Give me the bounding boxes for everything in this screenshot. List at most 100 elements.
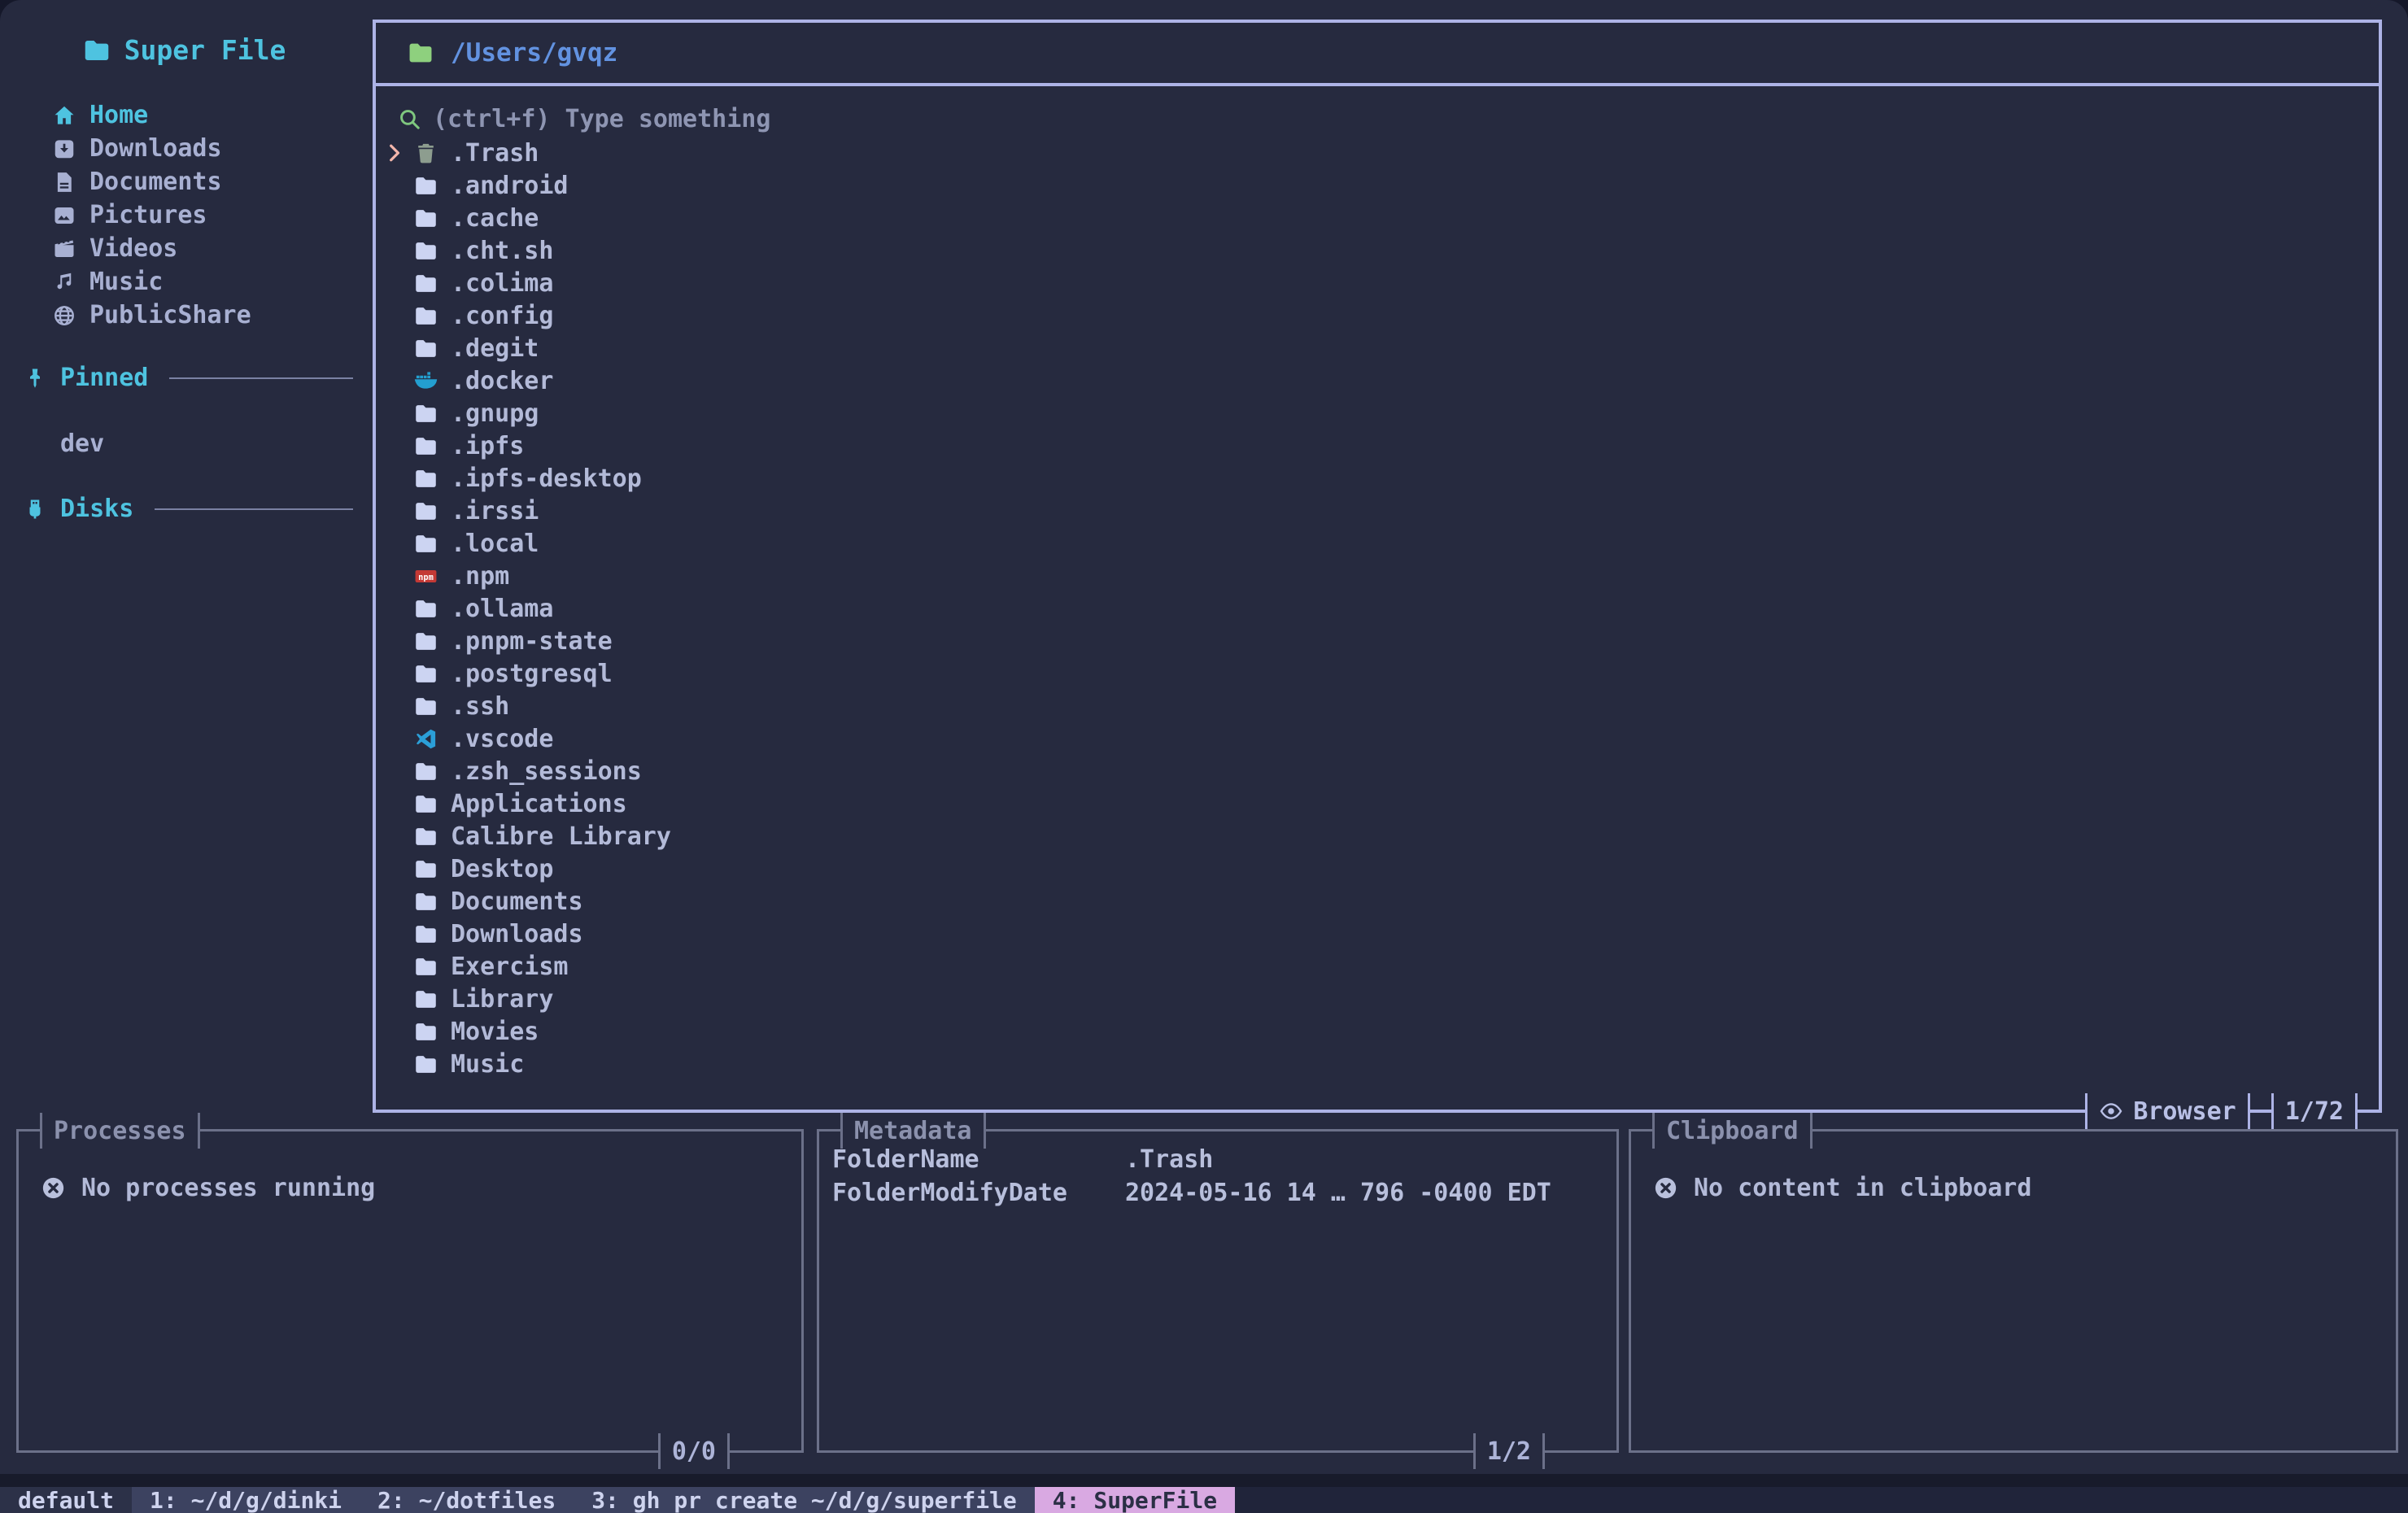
clipboard-title-label: Clipboard xyxy=(1655,1113,1810,1149)
processes-panel: Processes No processes running 0/0 xyxy=(16,1129,804,1453)
sidebar-item-music[interactable]: Music xyxy=(52,265,368,299)
file-row[interactable]: .local xyxy=(376,527,2379,560)
file-name: .ipfs-desktop xyxy=(451,464,642,493)
file-row[interactable]: Calibre Library xyxy=(376,820,2379,852)
sidebar-item-label: Downloads xyxy=(89,134,222,163)
file-row[interactable]: Applications xyxy=(376,787,2379,820)
file-row[interactable]: .degit xyxy=(376,332,2379,364)
border-tick xyxy=(984,1113,986,1149)
sidebar-item-publicshare[interactable]: PublicShare xyxy=(52,299,368,332)
folder-icon xyxy=(413,238,438,264)
file-row[interactable]: .Trash xyxy=(376,137,2379,169)
file-name: .config xyxy=(451,302,553,330)
sidebar-item-label: Pictures xyxy=(89,201,207,229)
file-name: Movies xyxy=(451,1018,539,1046)
file-row[interactable]: .ipfs xyxy=(376,429,2379,462)
processes-panel-title: Processes xyxy=(40,1113,200,1149)
folder-open-icon xyxy=(407,39,434,67)
file-row[interactable]: Library xyxy=(376,983,2379,1015)
tmux-status-bar: default 1: ~/d/g/dinki2: ~/dotfiles3: gh… xyxy=(0,1487,2408,1513)
border-tick xyxy=(1810,1113,1813,1149)
file-name: .postgresql xyxy=(451,660,613,688)
pinned-item-dev[interactable]: dev xyxy=(60,427,368,460)
file-row[interactable]: Music xyxy=(376,1048,2379,1080)
file-row[interactable]: Documents xyxy=(376,885,2379,918)
file-name: .degit xyxy=(451,334,539,363)
terminal-window: Super File Home Downloads Documents Pict… xyxy=(0,0,2408,1513)
docker-icon xyxy=(413,368,438,394)
file-list: .Trash .android .cache xyxy=(376,137,2379,1080)
folder-icon xyxy=(413,629,438,654)
folder-icon xyxy=(413,759,438,784)
file-name: Desktop xyxy=(451,855,553,883)
file-row[interactable]: Downloads xyxy=(376,918,2379,950)
globe-icon xyxy=(52,303,76,328)
pinned-header-label: Pinned xyxy=(60,364,148,392)
window-bottom-strip xyxy=(0,1474,2408,1487)
file-row[interactable]: Movies xyxy=(376,1015,2379,1048)
file-row[interactable]: Exercism xyxy=(376,950,2379,983)
file-row[interactable]: .android xyxy=(376,169,2379,202)
sidebar-item-home[interactable]: Home xyxy=(52,98,368,132)
clipboard-empty-message: No content in clipboard xyxy=(1694,1174,2031,1202)
file-row[interactable]: .cht.sh xyxy=(376,234,2379,267)
sidebar-item-videos[interactable]: Videos xyxy=(52,232,368,265)
file-row[interactable]: .cache xyxy=(376,202,2379,234)
file-position-counter: 1/72 xyxy=(2274,1093,2355,1129)
circle-x-icon xyxy=(40,1175,67,1201)
file-row[interactable]: .config xyxy=(376,299,2379,332)
sidebar-nav: Home Downloads Documents Pictures Videos… xyxy=(0,98,368,332)
video-icon xyxy=(52,237,76,261)
tmux-window[interactable]: 1: ~/d/g/dinki xyxy=(132,1487,360,1513)
file-row[interactable]: .ollama xyxy=(376,592,2379,625)
processes-counter: 0/0 xyxy=(658,1433,730,1469)
sidebar-item-documents[interactable]: Documents xyxy=(52,165,368,198)
sidebar-item-pictures[interactable]: Pictures xyxy=(52,198,368,232)
file-name: .docker xyxy=(451,367,553,395)
file-row[interactable]: .ssh xyxy=(376,690,2379,722)
metadata-counter-label: 1/2 xyxy=(1476,1433,1542,1469)
folder-icon xyxy=(413,1019,438,1044)
npm-icon xyxy=(413,564,438,589)
tmux-window[interactable]: 2: ~/dotfiles xyxy=(360,1487,574,1513)
file-row[interactable]: .ipfs-desktop xyxy=(376,462,2379,495)
file-name: .ssh xyxy=(451,692,509,721)
folder-icon xyxy=(413,791,438,817)
sidebar: Super File Home Downloads Documents Pict… xyxy=(0,0,368,525)
sidebar-item-downloads[interactable]: Downloads xyxy=(52,132,368,165)
file-row[interactable]: .docker xyxy=(376,364,2379,397)
search-bar[interactable]: (ctrl+f) Type something xyxy=(397,102,2379,135)
tmux-window[interactable]: 4: SuperFile xyxy=(1035,1487,1235,1513)
disks-header-label: Disks xyxy=(60,495,133,523)
processes-empty-state: No processes running xyxy=(40,1174,801,1202)
file-row[interactable]: .irssi xyxy=(376,495,2379,527)
chevron-right-icon xyxy=(383,142,406,164)
clipboard-panel: Clipboard No content in clipboard xyxy=(1629,1129,2398,1453)
metadata-panel-title: Metadata xyxy=(840,1113,986,1149)
file-row[interactable]: .pnpm-state xyxy=(376,625,2379,657)
metadata-value: 2024-05-16 14 … 796 -0400 EDT xyxy=(1125,1179,1551,1207)
file-row[interactable]: .colima xyxy=(376,267,2379,299)
clipboard-empty-state: No content in clipboard xyxy=(1652,1174,2396,1202)
file-row[interactable]: .zsh_sessions xyxy=(376,755,2379,787)
file-row[interactable]: .npm xyxy=(376,560,2379,592)
file-row[interactable]: .postgresql xyxy=(376,657,2379,690)
search-placeholder: (ctrl+f) Type something xyxy=(433,105,770,133)
tmux-window[interactable]: 3: gh pr create ~/d/g/superfile xyxy=(574,1487,1035,1513)
pinned-items: dev xyxy=(0,427,368,460)
folder-icon xyxy=(413,401,438,426)
border-tick xyxy=(727,1433,730,1469)
file-name: .local xyxy=(451,530,539,558)
file-name: .cache xyxy=(451,204,539,233)
file-row[interactable]: .vscode xyxy=(376,722,2379,755)
file-name: .android xyxy=(451,172,569,200)
sidebar-item-label: Music xyxy=(89,268,163,296)
file-name: .gnupg xyxy=(451,399,539,428)
folder-icon xyxy=(413,336,438,361)
file-row[interactable]: .gnupg xyxy=(376,397,2379,429)
processes-title-label: Processes xyxy=(42,1113,198,1149)
file-row[interactable]: Desktop xyxy=(376,852,2379,885)
current-path: /Users/gvqz xyxy=(451,38,617,68)
file-name: .vscode xyxy=(451,725,553,753)
file-name: .irssi xyxy=(451,497,539,525)
